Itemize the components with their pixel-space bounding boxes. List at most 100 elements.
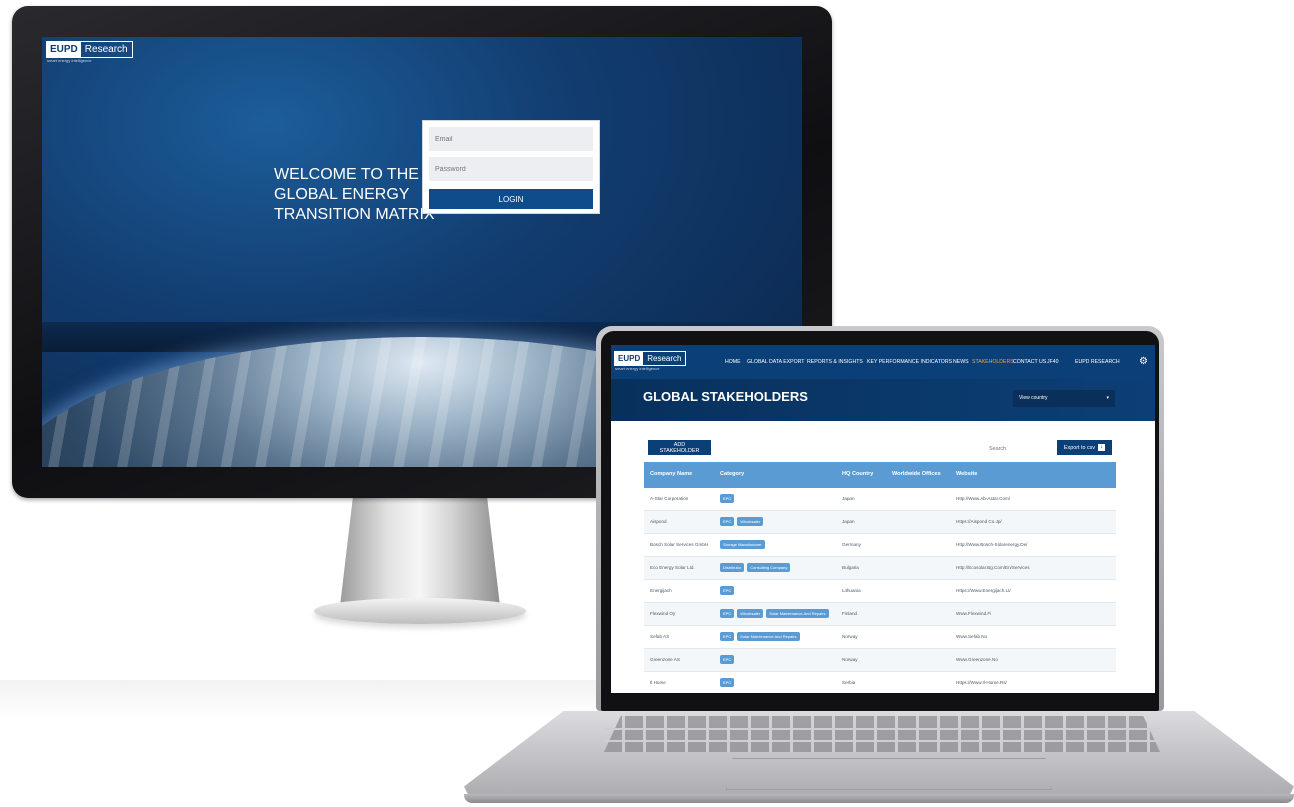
table-row[interactable]: Il Home EPC Serbia Https://Www.Il-Home.Rs/ [644,672,1116,693]
search-input[interactable] [987,442,1041,455]
eupd-logo: EUPD Research [46,41,133,58]
cell-category: EPC [720,678,735,687]
category-badge: Wholesaler [737,609,764,618]
table-row[interactable]: Aispond EPC Wholesaler Japan Https://Aispond… [644,511,1116,534]
nav-global-data-export[interactable]: GLOBAL DATA EXPORT [747,359,804,365]
country-select[interactable]: View country ▾ [1013,390,1115,407]
nav-contact-us[interactable]: CONTACT US [1013,359,1046,365]
cell-company-name[interactable]: Greenzone AS [650,657,680,662]
category-badge: EPC [720,632,735,641]
keyboard-row-divider [604,728,1160,730]
floor-reflection [0,680,620,720]
stakeholders-screen: EUPD Research smart energy intelligence … [611,345,1155,693]
cell-hq-country: Finland [842,611,858,616]
cell-hq-country: Serbia [842,680,856,685]
download-icon: ↓ [1098,444,1106,451]
monitor-stand-base [314,598,526,624]
table-row[interactable]: Flexwind Oy EPC Wholesaler Solar Maintenanc… [644,603,1116,626]
nav-key-performance-indicators[interactable]: KEY PERFORMANCE INDICATORS [867,359,952,365]
cell-company-name[interactable]: Flexwind Oy [650,611,675,616]
nav-eupd-research[interactable]: EUPD RESEARCH [1075,359,1120,365]
top-navigation: EUPD Research smart energy intelligence … [611,345,1155,379]
trackpad [726,758,1052,790]
table-body: A-Star Corporation EPC Japan Http://Www.Ab-… [644,488,1116,693]
cell-website[interactable]: Http://Ecosolar.Bg.Com/En/Services [956,565,1030,570]
column-worldwide-offices[interactable]: Worldwide Offices [892,471,941,477]
chevron-down-icon: ▾ [1106,395,1109,401]
cell-company-name[interactable]: Il Home [650,680,666,685]
nav-jf40[interactable]: JF40 [1047,359,1059,365]
column-hq-country[interactable]: HQ Country [842,471,873,477]
stakeholders-table: Company Name Category HQ Country Worldwi… [644,462,1116,693]
add-stakeholder-button[interactable]: ADD STAKEHOLDER [648,440,711,455]
category-badge: Solar Maintenance And Repairs [737,632,800,641]
laptop-base-edge [464,794,1294,803]
category-badge: EPC [720,609,735,618]
cell-website[interactable]: Https://Www.Il-Home.Rs/ [956,680,1007,685]
table-row[interactable]: Energijach EPC Lithuania Https://Www.Energi… [644,580,1116,603]
cell-website[interactable]: Www.Greenzone.No [956,657,998,662]
cell-category: Distributor Consulting Company [720,563,791,572]
table-row[interactable]: Bosch Solar Services GmbH Storage Manufac… [644,534,1116,557]
category-badge: Solar Maintenance And Repairs [766,609,829,618]
column-company-name[interactable]: Company Name [650,471,692,477]
cell-hq-country: Japan [842,496,855,501]
export-label: Export to csv [1063,444,1096,451]
nav-stakeholders[interactable]: STAKEHOLDERS [972,359,1014,365]
cell-company-name[interactable]: Bosch Solar Services GmbH [650,542,708,547]
cell-hq-country: Japan [842,519,855,524]
cell-website[interactable]: Http://Www.Bosch-Solarenergy.De/ [956,542,1027,547]
cell-company-name[interactable]: Eco Energy Solar Ltd. [650,565,695,570]
table-row[interactable]: Greenzone AS EPC Norway Www.Greenzone.No [644,649,1116,672]
cell-company-name[interactable]: Aispond [650,519,667,524]
logo-tagline: smart energy intelligence [615,366,660,371]
export-csv-button[interactable]: Export to csv ↓ [1057,440,1112,455]
cell-hq-country: Germany [842,542,861,547]
cell-website[interactable]: Http://Www.Ab-Astar.Com/ [956,496,1010,501]
cell-company-name[interactable]: A-Star Corporation [650,496,688,501]
category-badge: Wholesaler [737,517,764,526]
cell-category: EPC [720,586,735,595]
email-field[interactable] [429,127,593,151]
cell-hq-country: Norway [842,634,858,639]
cell-company-name[interactable]: Sefab AS [650,634,669,639]
password-field[interactable] [429,157,593,181]
cell-company-name[interactable]: Energijach [650,588,672,593]
cell-hq-country: Norway [842,657,858,662]
column-website[interactable]: Website [956,471,977,477]
table-row[interactable]: Eco Energy Solar Ltd. Distributor Consulti… [644,557,1116,580]
table-row[interactable]: A-Star Corporation EPC Japan Http://Www.Ab-… [644,488,1116,511]
logo-tagline: smart energy intelligence [47,58,92,63]
category-badge: EPC [720,586,735,595]
category-badge: EPC [720,678,735,687]
cell-hq-country: Lithuania [842,588,861,593]
category-badge: EPC [720,494,735,503]
cell-category: Storage Manufacturer [720,540,765,549]
page-header: GLOBAL STAKEHOLDERS View country ▾ [611,379,1155,421]
nav-home[interactable]: HOME [725,359,741,365]
category-badge: EPC [720,655,735,664]
table-row[interactable]: Sefab AS EPC Solar Maintenance And Repairs… [644,626,1116,649]
cell-website[interactable]: Www.Sefab.No [956,634,987,639]
column-category[interactable]: Category [720,471,744,477]
cell-website[interactable]: Www.Flexwind.Fi [956,611,991,616]
eupd-logo-small: EUPD Research [614,351,687,366]
cell-category: EPC [720,655,735,664]
cell-category: EPC Solar Maintenance And Repairs [720,632,800,641]
category-badge: Storage Manufacturer [720,540,765,549]
login-button[interactable]: LOGIN [429,189,593,209]
logo-eupd: EUPD [615,352,644,365]
cell-website[interactable]: Https://Aispond Co.Jp/ [956,519,1002,524]
nav-news[interactable]: NEWS [953,359,969,365]
cell-category: EPC Wholesaler Solar Maintenance And Repai… [720,609,829,618]
category-badge: Distributor [720,563,745,572]
logo-research: Research [647,354,682,363]
monitor-stand [340,498,500,606]
nav-reports-insights[interactable]: REPORTS & INSIGHTS [807,359,863,365]
gear-icon[interactable]: ⚙ [1139,356,1148,367]
page-title: GLOBAL STAKEHOLDERS [643,389,808,404]
category-badge: Consulting Company [747,563,791,572]
cell-website[interactable]: Https://Www.Energijach.Lt/ [956,588,1011,593]
table-header: Company Name Category HQ Country Worldwi… [644,462,1116,488]
cell-hq-country: Bulgaria [842,565,859,570]
